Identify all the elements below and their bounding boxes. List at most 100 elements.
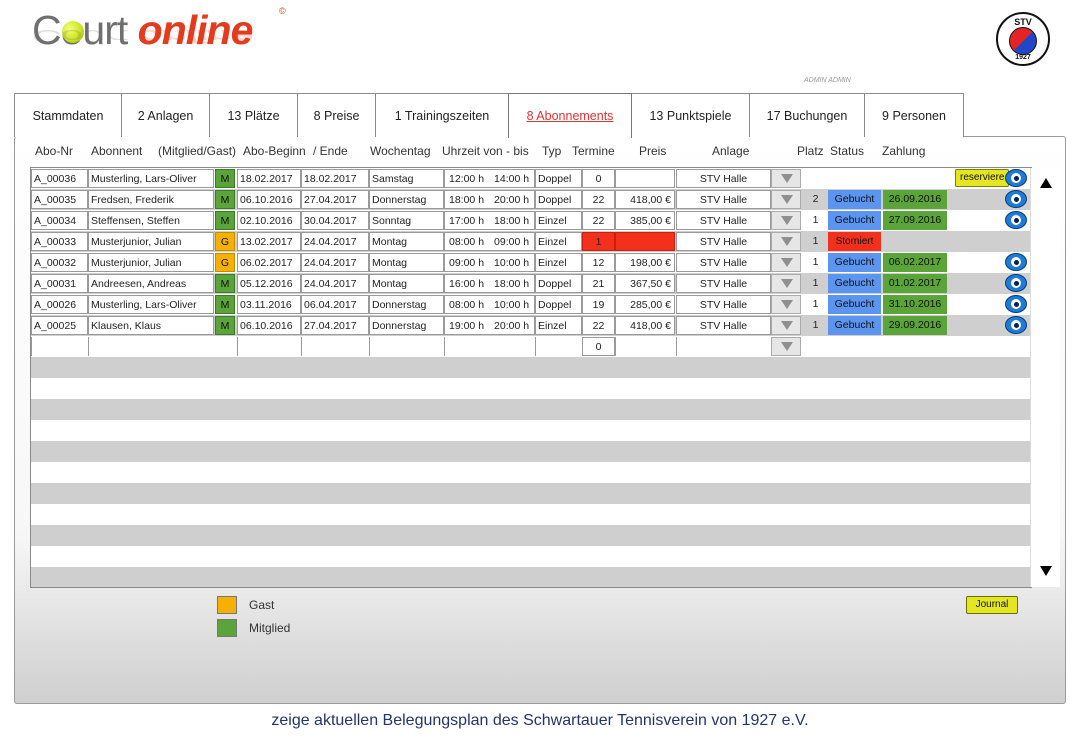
belegungsplan-link[interactable]: zeige aktuellen Belegungsplan des Schwar… (0, 712, 1080, 730)
scroll-up-arrow-icon[interactable] (1040, 178, 1052, 188)
cell-wochentag: Montag (369, 253, 444, 272)
table-row[interactable]: A_00026 Musterling, Lars-Oliver M 03.11.201… (31, 294, 1030, 315)
view-eye-icon[interactable] (1005, 274, 1027, 292)
cell-preis (615, 169, 675, 188)
cell-termine: 19 (582, 295, 615, 314)
anlage-dropdown[interactable] (771, 211, 801, 230)
cell-platz: 2 (812, 193, 819, 205)
table-row[interactable] (31, 399, 1030, 420)
anlage-dropdown[interactable] (771, 169, 801, 188)
view-eye-icon[interactable] (1005, 211, 1027, 229)
table-row[interactable] (31, 525, 1030, 546)
view-eye-icon[interactable] (1005, 169, 1027, 187)
cell-ende: 18.02.2017 (301, 169, 369, 188)
new-cell-typ[interactable] (535, 337, 582, 356)
status-badge[interactable]: Gebucht (828, 253, 881, 272)
new-cell-uhrzeit[interactable] (444, 337, 535, 356)
cell-preis: 198,00 € (615, 253, 675, 272)
new-cell-anlage[interactable] (676, 337, 771, 356)
anlage-dropdown[interactable] (771, 232, 801, 251)
table-row[interactable] (31, 462, 1030, 483)
table-row[interactable] (31, 567, 1030, 587)
tab-plaetze[interactable]: 13 Plätze (209, 93, 298, 137)
tab-preise[interactable]: 8 Preise (297, 93, 376, 137)
anlage-dropdown[interactable] (771, 295, 801, 314)
time-from: 12:00 h (449, 173, 485, 185)
new-cell-ende[interactable] (301, 337, 369, 356)
table-scrollbar[interactable] (1030, 168, 1060, 587)
time-to: 14:00 h (494, 173, 530, 185)
cell-platz (803, 169, 828, 188)
anlage-dropdown[interactable] (771, 190, 801, 209)
table-row[interactable] (31, 357, 1030, 378)
reserve-button[interactable]: reserviere (955, 169, 1010, 187)
tab-punktspiele[interactable]: 13 Punktspiele (631, 93, 750, 137)
table-row[interactable]: A_00032 Musterjunior, Julian G 06.02.2017 24… (31, 252, 1030, 273)
anlage-dropdown[interactable] (771, 316, 801, 335)
cell-termine: 22 (582, 211, 615, 230)
cell-abo-beginn: 05.12.2016 (237, 274, 301, 293)
view-eye-icon[interactable] (1005, 190, 1027, 208)
table-row[interactable] (31, 483, 1030, 504)
col-wochentag: Wochentag (370, 144, 431, 158)
status-badge[interactable]: Gebucht (828, 316, 881, 335)
table-row[interactable]: A_00034 Steffensen, Steffen M 02.10.2016 30.… (31, 210, 1030, 231)
status-badge[interactable]: Gebucht (828, 295, 881, 314)
new-cell-abo-beginn[interactable] (237, 337, 301, 356)
table-row[interactable] (31, 420, 1030, 441)
cell-abo-nr: A_00035 (31, 190, 88, 209)
view-eye-icon[interactable] (1005, 316, 1027, 334)
view-eye-icon[interactable] (1005, 295, 1027, 313)
new-anlage-dropdown[interactable] (771, 337, 801, 356)
table-row[interactable]: A_00033 Musterjunior, Julian G 13.02.2017 24… (31, 231, 1030, 252)
new-cell-abonnent[interactable] (88, 337, 214, 356)
tab-buchungen[interactable]: 17 Buchungen (749, 93, 865, 137)
status-badge[interactable]: Gebucht (828, 274, 881, 293)
table-row[interactable]: A_00031 Andreesen, Andreas M 05.12.2016 24.0… (31, 273, 1030, 294)
col-platz: Platz (797, 144, 824, 158)
tab-bar: Stammdaten 2 Anlagen 13 Plätze 8 Preise … (14, 93, 964, 138)
view-eye-icon[interactable] (1005, 253, 1027, 271)
cell-typ: Doppel (535, 169, 582, 188)
journal-button[interactable]: Journal (966, 596, 1018, 614)
table-row[interactable]: 0 (31, 336, 1030, 357)
scroll-down-arrow-icon[interactable] (1040, 566, 1052, 576)
table-row[interactable] (31, 546, 1030, 567)
status-badge[interactable]: Gebucht (828, 211, 881, 230)
cell-typ: Einzel (535, 253, 582, 272)
cell-mitglied-gast: M (215, 169, 235, 188)
logo-copyright: © (279, 6, 286, 16)
time-to: 09:00 h (494, 236, 530, 248)
cell-typ: Einzel (535, 232, 582, 251)
cell-ende: 06.04.2017 (301, 295, 369, 314)
new-cell-preis[interactable] (615, 337, 675, 356)
cell-anlage: STV Halle (676, 211, 771, 230)
col-status: Status (830, 144, 865, 158)
status-badge[interactable]: Storniert (828, 232, 881, 251)
cell-uhrzeit: 16:00 h 18:00 h (444, 274, 535, 293)
new-termine-field[interactable]: 0 (582, 337, 615, 356)
table-row[interactable]: A_00036 Musterling, Lars-Oliver M 18.02.201… (31, 168, 1030, 189)
new-cell-wochentag[interactable] (369, 337, 444, 356)
time-to: 10:00 h (494, 257, 530, 269)
table-row[interactable] (31, 378, 1030, 399)
tab-anlagen[interactable]: 2 Anlagen (121, 93, 210, 137)
table-row[interactable] (31, 441, 1030, 462)
cell-anlage: STV Halle (676, 316, 771, 335)
table-row[interactable]: A_00035 Fredsen, Frederik M 06.10.2016 27.04… (31, 189, 1030, 210)
table-row[interactable] (31, 504, 1030, 525)
tab-trainingszeiten[interactable]: 1 Trainingszeiten (375, 93, 509, 137)
cell-preis: 418,00 € (615, 316, 675, 335)
tab-abonnements[interactable]: 8 Abonnements (508, 93, 632, 138)
status-badge[interactable]: Gebucht (828, 190, 881, 209)
col-mitglied-gast: (Mitglied/Gast) (158, 144, 237, 158)
tab-stammdaten[interactable]: Stammdaten (14, 93, 122, 137)
anlage-dropdown[interactable] (771, 274, 801, 293)
col-uhrzeit: Uhrzeit von - bis (442, 144, 529, 158)
cell-anlage: STV Halle (676, 274, 771, 293)
tab-personen[interactable]: 9 Personen (864, 93, 964, 137)
new-cell-abo-nr[interactable] (31, 337, 88, 356)
cell-abo-nr: A_00025 (31, 316, 88, 335)
table-row[interactable]: A_00025 Klausen, Klaus M 06.10.2016 27.04.20… (31, 315, 1030, 336)
anlage-dropdown[interactable] (771, 253, 801, 272)
